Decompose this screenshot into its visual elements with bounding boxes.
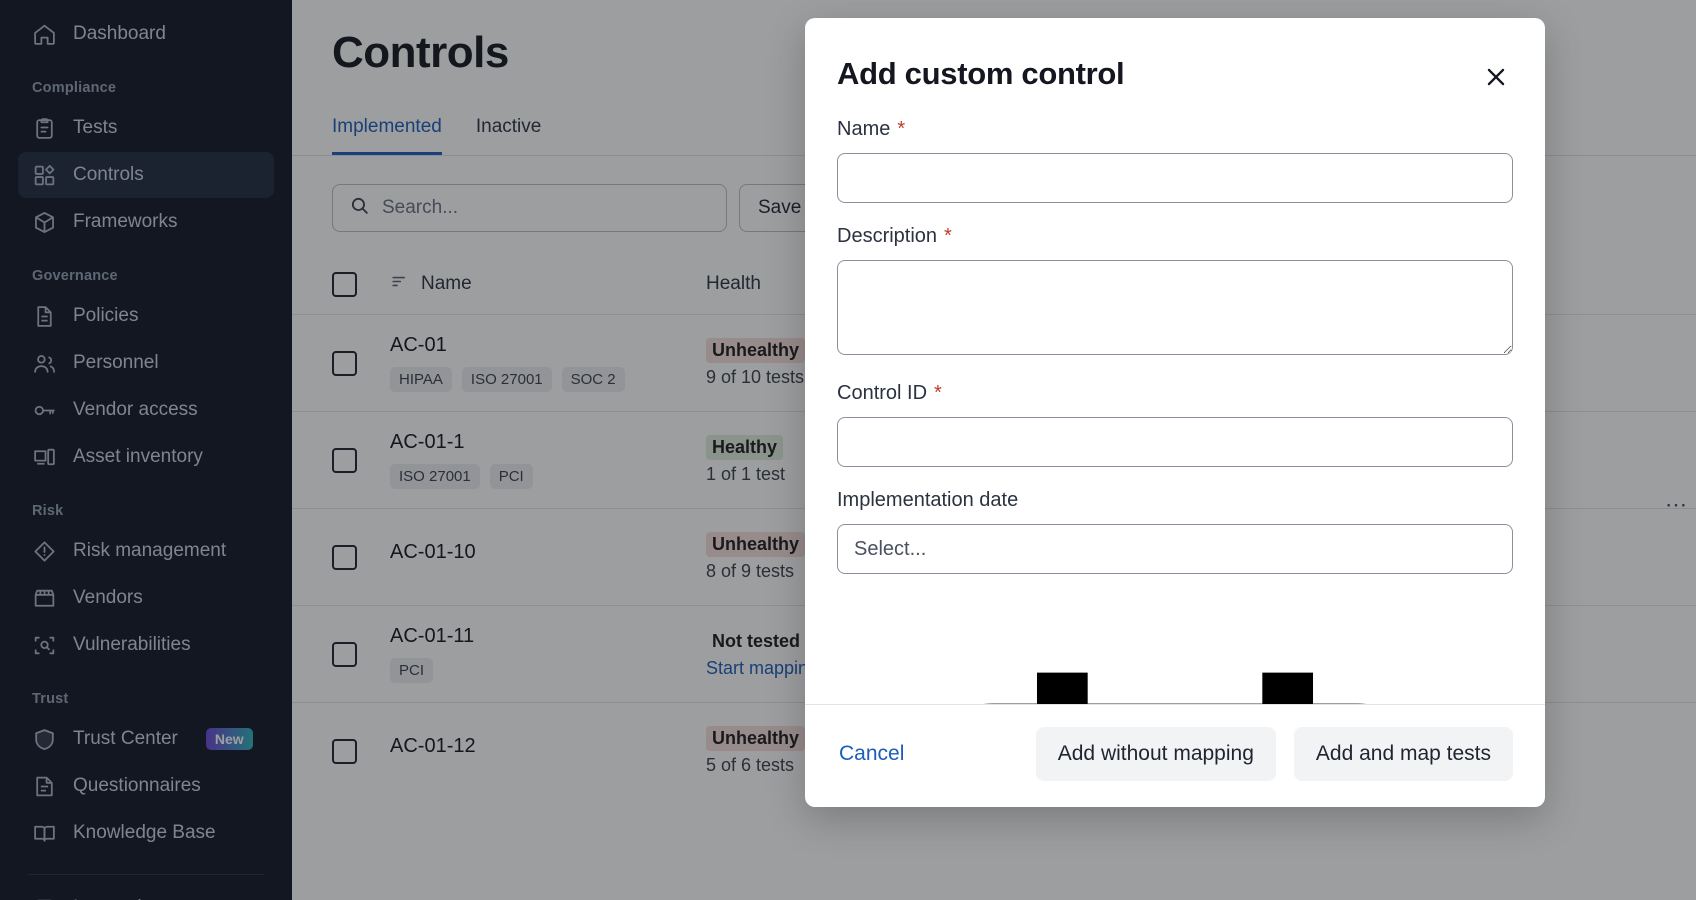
required-asterisk: * [944,225,952,247]
field-name: Name * [837,118,1513,203]
required-asterisk: * [934,382,942,404]
modal-title: Add custom control [837,56,1125,91]
label-control-id-text: Control ID [837,382,928,404]
label-name: Name * [837,118,1513,141]
implementation-date-value: Select... [854,537,927,560]
cancel-button[interactable]: Cancel [837,736,906,772]
modal-header: Add custom control [805,18,1545,94]
modal-body: Name * Description * Control ID * Implem… [805,94,1545,704]
name-input[interactable] [837,153,1513,203]
label-control-id: Control ID * [837,382,1513,405]
field-control-id: Control ID * [837,382,1513,467]
add-without-mapping-button[interactable]: Add without mapping [1035,727,1276,781]
implementation-date-picker[interactable]: Select... [837,524,1513,574]
add-and-map-tests-button[interactable]: Add and map tests [1293,727,1513,781]
label-description-text: Description [837,225,938,247]
description-textarea[interactable] [837,260,1513,355]
modal-footer: Cancel Add without mapping Add and map t… [805,704,1545,807]
label-implementation-date: Implementation date [837,489,1513,512]
control-id-input[interactable] [837,417,1513,467]
label-implementation-date-text: Implementation date [837,489,1019,511]
required-asterisk: * [897,118,906,140]
label-name-text: Name [837,118,891,140]
label-description: Description * [837,225,1513,248]
app-root: Dashboard Compliance Tests Controls Fram… [0,0,1696,900]
implementation-date-wrap: Select... [837,524,1513,704]
field-implementation-date: Implementation date Select... [837,489,1513,704]
close-icon[interactable] [1479,60,1513,94]
footer-actions: Add without mapping Add and map tests [1035,727,1513,781]
field-description: Description * [837,225,1513,360]
add-custom-control-modal: Add custom control Name * Description * [805,18,1545,807]
